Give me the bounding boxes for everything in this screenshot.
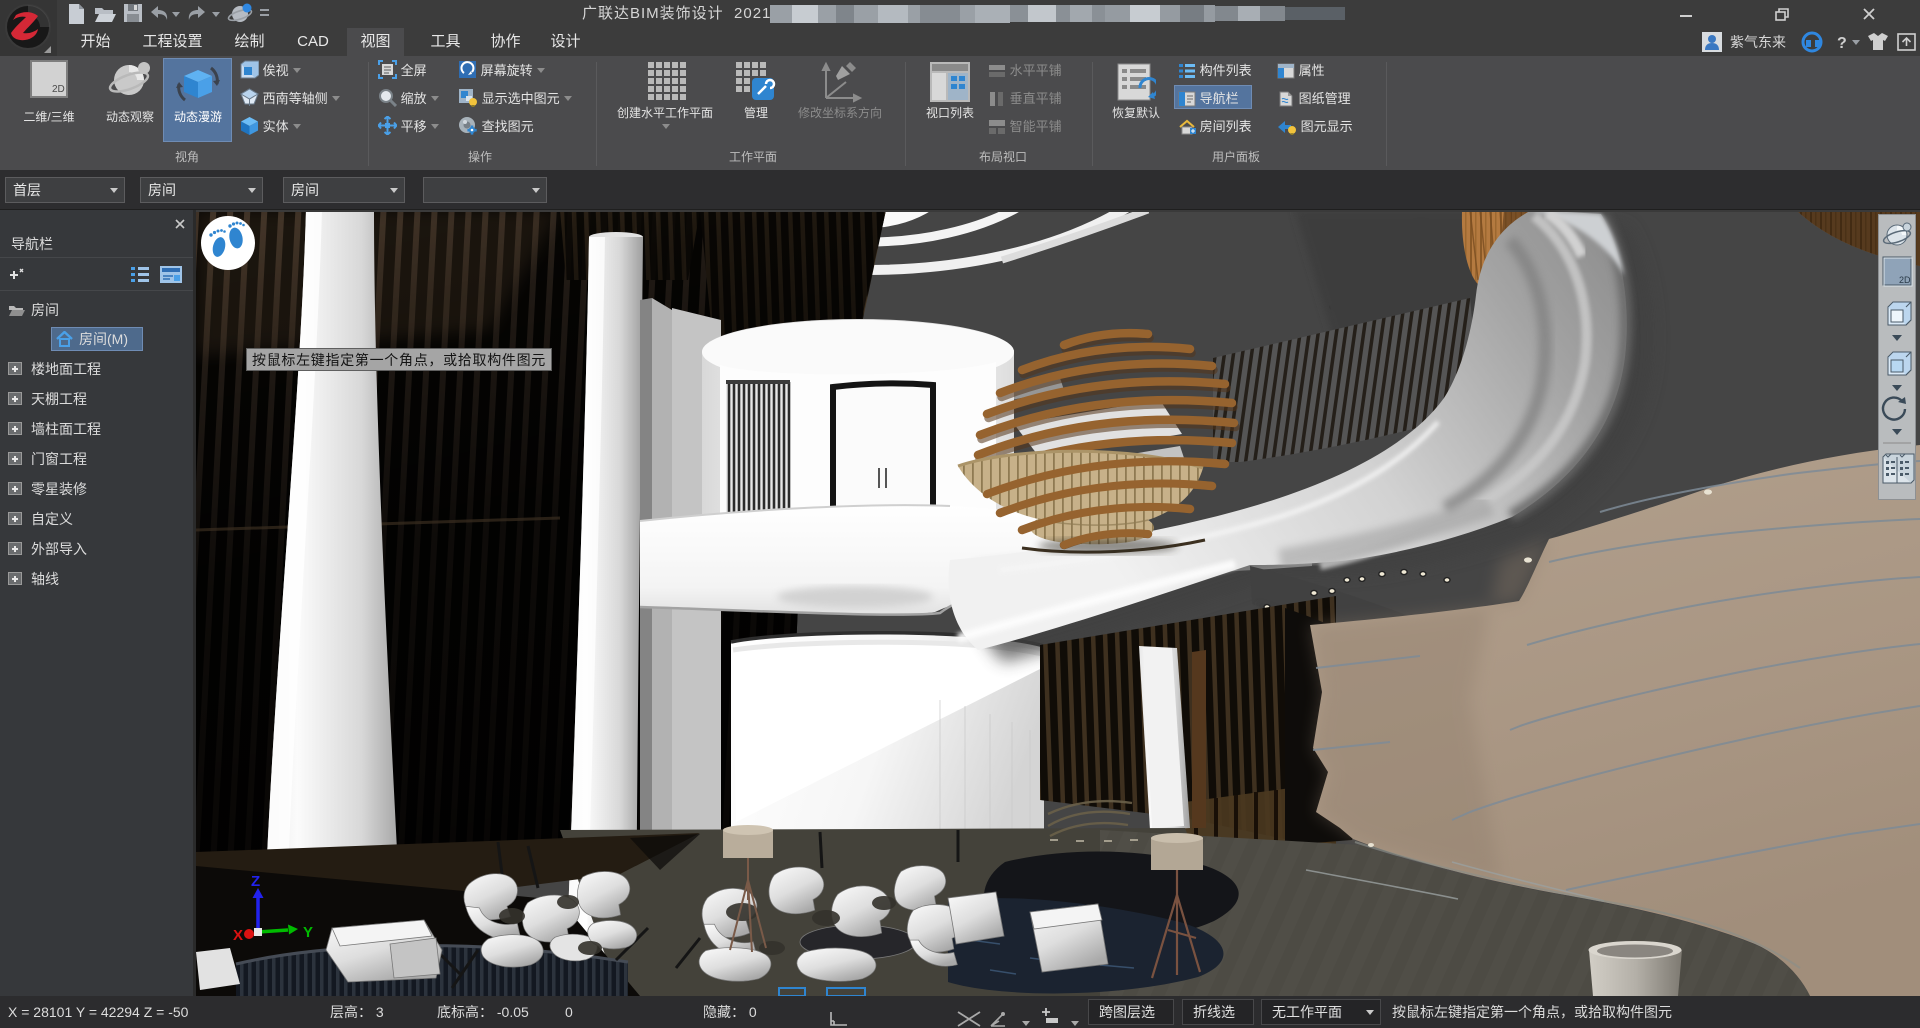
svg-text:2D: 2D: [1899, 275, 1911, 285]
svg-text:?: ?: [1837, 35, 1847, 52]
svg-text:Z: Z: [251, 873, 260, 890]
svg-text:Y: Y: [303, 924, 313, 941]
svg-text:2D: 2D: [52, 84, 65, 95]
svg-text:X: X: [233, 927, 243, 944]
